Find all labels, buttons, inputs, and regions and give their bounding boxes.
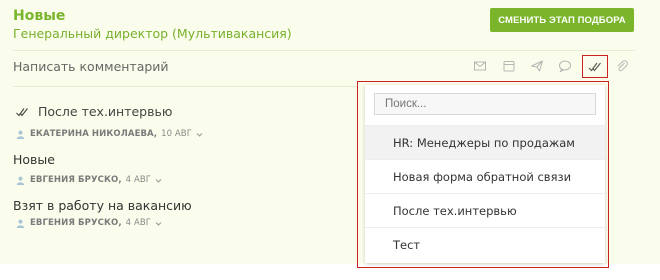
activity-date: 4 АВГ: [125, 218, 152, 228]
send-icon[interactable]: [528, 58, 546, 74]
activity-date: 10 АВГ: [161, 129, 193, 139]
dropdown-option[interactable]: После тех.интервью: [365, 193, 605, 227]
chevron-down-icon[interactable]: [155, 177, 162, 184]
activity-meta: ЕКАТЕРИНА НИКОЛАЕВА, 10 АВГ: [16, 129, 203, 139]
activity-item: После тех.интервью: [16, 104, 172, 119]
activity-title: Новые: [13, 152, 55, 167]
chat-icon[interactable]: [556, 58, 574, 74]
user-icon: [16, 219, 25, 228]
activity-author[interactable]: ЕВГЕНИЯ БРУСКО,: [30, 175, 122, 185]
chevron-down-icon[interactable]: [155, 220, 162, 227]
dropdown-search-input[interactable]: [374, 93, 596, 115]
user-icon: [16, 176, 25, 185]
activity-meta: ЕВГЕНИЯ БРУСКО, 4 АВГ: [16, 218, 162, 228]
dropdown-option[interactable]: Новая форма обратной связи: [365, 159, 605, 193]
divider: [13, 50, 635, 51]
divider: [13, 86, 357, 87]
activity-author[interactable]: ЕКАТЕРИНА НИКОЛАЕВА,: [30, 129, 157, 139]
template-dropdown: HR: Менеджеры по продажам Новая форма об…: [365, 85, 605, 263]
comment-input[interactable]: Написать комментарий: [13, 59, 169, 74]
vacancy-link[interactable]: Генеральный директор (Мультивакансия): [13, 26, 292, 41]
mail-icon[interactable]: [471, 58, 489, 74]
paperclip-icon[interactable]: [613, 58, 631, 74]
dropdown-option[interactable]: HR: Менеджеры по продажам: [365, 125, 605, 159]
change-stage-button[interactable]: СМЕНИТЬ ЭТАП ПОДБОРА: [490, 8, 634, 32]
activity-date: 4 АВГ: [125, 175, 152, 185]
double-check-icon: [16, 107, 28, 116]
activity-title: Взят в работу на вакансию: [13, 198, 192, 213]
chevron-down-icon[interactable]: [196, 131, 203, 138]
selected-tool-highlight: [582, 55, 608, 78]
activity-author[interactable]: ЕВГЕНИЯ БРУСКО,: [30, 218, 122, 228]
activity-title: После тех.интервью: [38, 104, 173, 119]
stage-title: Новые: [13, 8, 66, 24]
user-icon: [16, 130, 25, 139]
activity-meta: ЕВГЕНИЯ БРУСКО, 4 АВГ: [16, 175, 162, 185]
dropdown-option[interactable]: Тест: [365, 227, 605, 261]
calendar-icon[interactable]: [500, 58, 518, 74]
